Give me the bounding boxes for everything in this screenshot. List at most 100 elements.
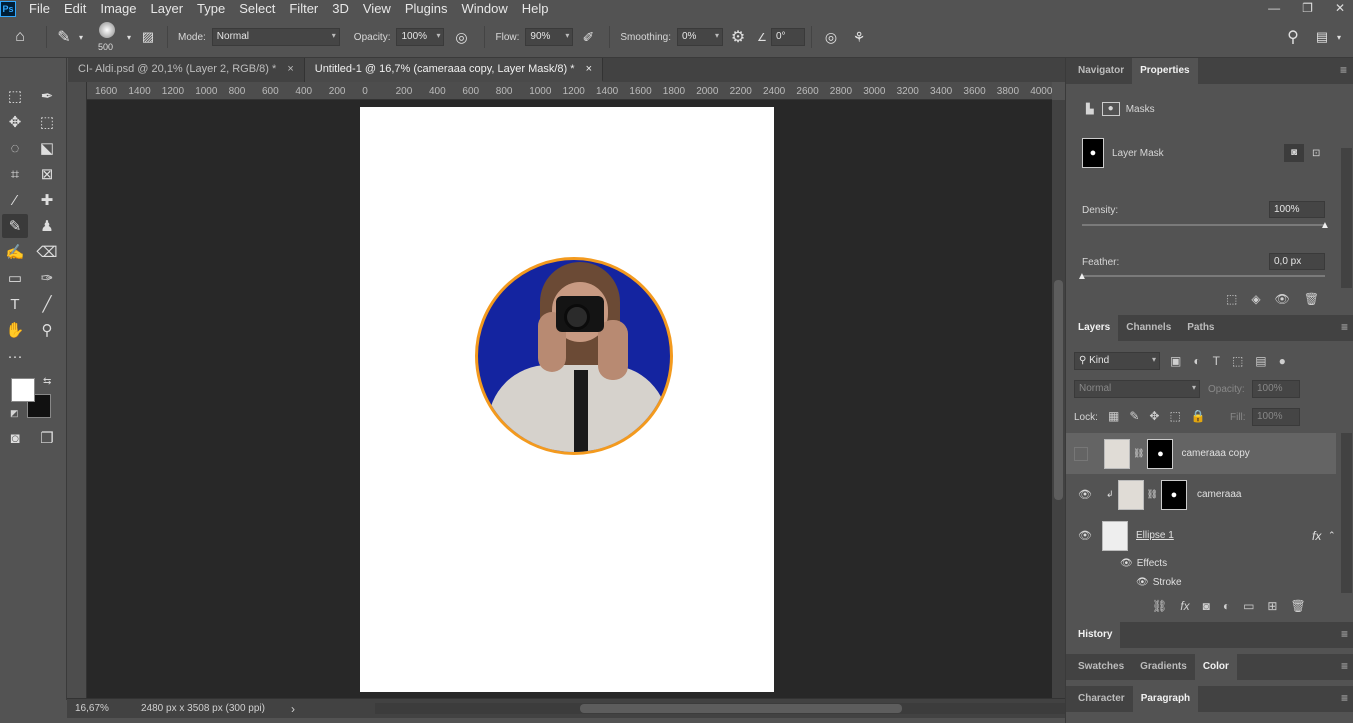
tab-layers[interactable]: Layers [1066,315,1119,341]
home-icon[interactable]: ⌂ [0,28,40,46]
brush-tool-icon[interactable]: ✎ [53,27,75,47]
lock-transparent-icon[interactable]: ▦ [1108,409,1119,423]
menu-3d[interactable]: 3D [325,0,356,17]
effects-row[interactable]: 👁 Effects [1066,555,1336,571]
panel-menu-icon[interactable]: ≡ [1341,692,1348,704]
adjustment-layer-icon[interactable]: ◐ [1223,599,1230,613]
select-pixel-mask-icon[interactable]: ◙ [1284,144,1304,162]
tab-history[interactable]: History [1066,622,1121,648]
quick-mask-icon[interactable]: ◙ [2,426,28,450]
canvas-vertical-scrollbar[interactable] [1052,100,1065,698]
layer-row-cameraaa-copy[interactable]: ⛓ ● cameraaa copy [1066,433,1336,474]
chevron-up-icon[interactable]: ⌃ [1328,530,1336,541]
feather-field[interactable]: 0,0 px [1269,253,1325,270]
frame-tool-icon[interactable]: ⊠ [34,162,60,186]
layer-mask-thumbnail[interactable]: ● [1147,438,1174,469]
tab-navigator[interactable]: Navigator [1066,58,1132,84]
brush-settings-icon[interactable]: ▨ [135,29,161,45]
lock-position-icon[interactable]: ✥ [1149,409,1159,423]
load-selection-icon[interactable]: ⬚ [1226,292,1237,306]
chevron-down-icon[interactable]: ▾ [123,33,135,42]
tab-paths[interactable]: Paths [1179,315,1222,341]
menu-select[interactable]: Select [232,0,282,17]
pressure-opacity-icon[interactable]: ◎ [444,29,478,46]
density-slider[interactable] [1082,224,1325,226]
add-style-icon[interactable]: fx [1180,599,1189,613]
visibility-toggle[interactable] [1074,446,1088,461]
opacity-field[interactable]: 100% ▾ [396,28,445,46]
history-brush-icon[interactable]: ✍ [2,240,28,264]
scrollbar-thumb[interactable] [580,704,902,713]
default-colors-icon[interactable]: ◩ [10,408,19,419]
menu-filter[interactable]: Filter [282,0,325,17]
close-button[interactable]: ✕ [1335,0,1345,16]
feather-slider-handle[interactable]: ▲ [1077,271,1087,282]
tab-ci-aldi[interactable]: CI- Aldi.psd @ 20,1% (Layer 2, RGB/8) * … [68,58,305,82]
feather-slider[interactable] [1082,275,1325,277]
angle-field[interactable]: 0° [770,28,805,46]
tab-color[interactable]: Color [1194,654,1237,680]
restore-button[interactable]: ❐ [1302,0,1313,16]
filter-pixel-icon[interactable]: ▣ [1170,354,1181,368]
menu-view[interactable]: View [356,0,398,17]
add-mask-icon[interactable]: ◙ [1203,599,1210,613]
eye-icon[interactable]: 👁 [1136,577,1149,588]
layer-row-cameraaa[interactable]: 👁 ↲ ⛓ ● cameraaa [1066,474,1336,515]
layer-filter-select[interactable]: ⚲ Kind ▾ [1074,352,1160,370]
filter-smart-object-icon[interactable]: ▤ [1255,354,1266,368]
eye-icon[interactable]: 👁 [1074,488,1096,501]
menu-layer[interactable]: Layer [144,0,191,17]
gradient-tool-icon[interactable]: ▭ [2,266,28,290]
add-vector-mask-icon[interactable]: ⊡ [1312,148,1320,159]
pressure-size-icon[interactable]: ◎ [818,29,844,46]
eye-icon[interactable]: 👁 [1074,529,1096,542]
filter-toggle-icon[interactable]: ● [1279,354,1286,368]
panel-menu-icon[interactable]: ≡ [1341,321,1348,333]
new-layer-icon[interactable]: ⊞ [1267,599,1277,613]
flow-field[interactable]: 90% ▾ [525,28,574,46]
screen-mode-icon[interactable]: ❐ [34,426,60,450]
fx-icon[interactable]: fx [1312,529,1321,543]
eye-icon[interactable]: 👁 [1120,558,1133,569]
tab-properties[interactable]: Properties [1132,58,1198,84]
lock-artboard-icon[interactable]: ⬚ [1169,409,1180,423]
mode-select[interactable]: Normal ▾ [211,28,340,46]
layers-scrollbar[interactable] [1341,433,1352,593]
layer-row-ellipse-1[interactable]: 👁 Ellipse 1 fx ⌃ [1066,515,1336,556]
layer-opacity-field[interactable]: 100% [1252,380,1300,398]
density-slider-handle[interactable]: ▲ [1320,220,1330,231]
fill-field[interactable]: 100% [1252,408,1300,426]
tab-close-icon[interactable]: × [586,63,592,75]
canvas-area[interactable] [87,100,1052,698]
zoom-level[interactable]: 16,67% [75,703,135,714]
tab-character[interactable]: Character [1066,686,1133,712]
layer-name[interactable]: cameraaa [1197,489,1241,500]
density-field[interactable]: 100% [1269,201,1325,218]
ellipse-photo-layer[interactable] [475,257,673,455]
swap-colors-icon[interactable]: ⇆ [43,376,51,387]
new-group-icon[interactable]: ▭ [1243,599,1254,613]
zoom-tool-icon[interactable]: ⚲ [34,318,60,342]
canvas-horizontal-scrollbar[interactable] [375,703,1105,714]
layer-name[interactable]: Ellipse 1 [1136,530,1174,541]
menu-window[interactable]: Window [454,0,514,17]
filter-shape-icon[interactable]: ⬚ [1232,354,1243,368]
menu-type[interactable]: Type [190,0,232,17]
hand-tool-icon[interactable]: ✋ [2,318,28,342]
eraser-icon[interactable]: ⌫ [34,240,60,264]
menu-image[interactable]: Image [93,0,143,17]
filter-adjustment-icon[interactable]: ◐ [1193,354,1200,368]
layer-name[interactable]: cameraaa copy [1181,448,1249,459]
object-select-icon[interactable]: ⬕ [34,136,60,160]
minimize-button[interactable]: — [1268,0,1280,16]
panel-menu-icon[interactable]: ≡ [1341,628,1348,640]
apply-mask-icon[interactable]: ◈ [1251,292,1260,306]
trash-icon[interactable]: 🗑 [1304,292,1319,306]
stamp-tool-icon[interactable]: ♟ [34,214,60,238]
tab-swatches[interactable]: Swatches [1066,654,1132,680]
menu-help[interactable]: Help [515,0,556,17]
panel-menu-icon[interactable]: ≡ [1341,660,1348,672]
tab-paragraph[interactable]: Paragraph [1132,686,1199,712]
lock-pixels-icon[interactable]: ✎ [1129,409,1139,423]
tab-channels[interactable]: Channels [1118,315,1179,341]
